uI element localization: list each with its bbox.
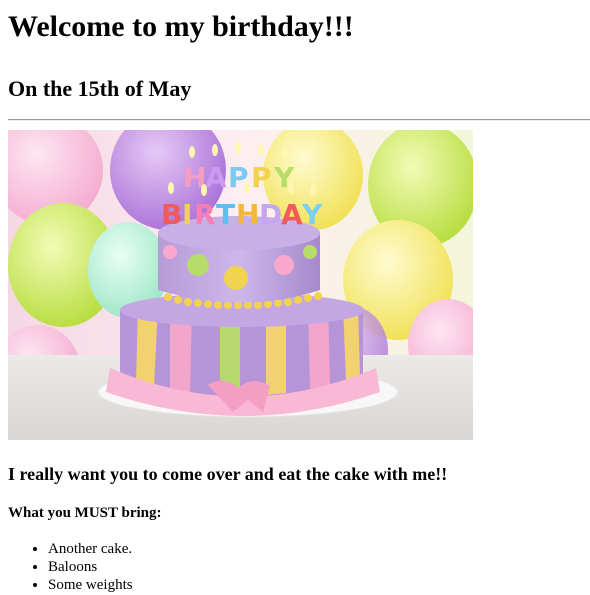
svg-text:I: I (182, 198, 192, 231)
svg-text:D: D (259, 198, 282, 231)
list-item: Another cake. (48, 540, 582, 558)
invite-text: I really want you to come over and eat t… (8, 464, 448, 484)
svg-text:A: A (281, 198, 303, 231)
bring-list: Another cake. Baloons Some weights (8, 540, 582, 594)
svg-text:T: T (216, 198, 235, 231)
date-heading: On the 15th of May (8, 76, 192, 101)
birthday-cake-image: H A P P Y B I R T H D A Y (8, 130, 473, 440)
svg-text:P: P (251, 161, 272, 194)
list-item: Baloons (48, 558, 582, 576)
divider (8, 119, 590, 121)
svg-text:H: H (236, 198, 259, 231)
svg-text:R: R (194, 198, 216, 231)
page-title: Welcome to my birthday!!! (8, 10, 354, 43)
svg-text:B: B (161, 198, 182, 231)
list-item: Some weights (48, 576, 582, 594)
bring-heading: What you MUST bring: (8, 505, 162, 521)
svg-text:A: A (205, 161, 227, 194)
svg-text:Y: Y (301, 198, 323, 231)
